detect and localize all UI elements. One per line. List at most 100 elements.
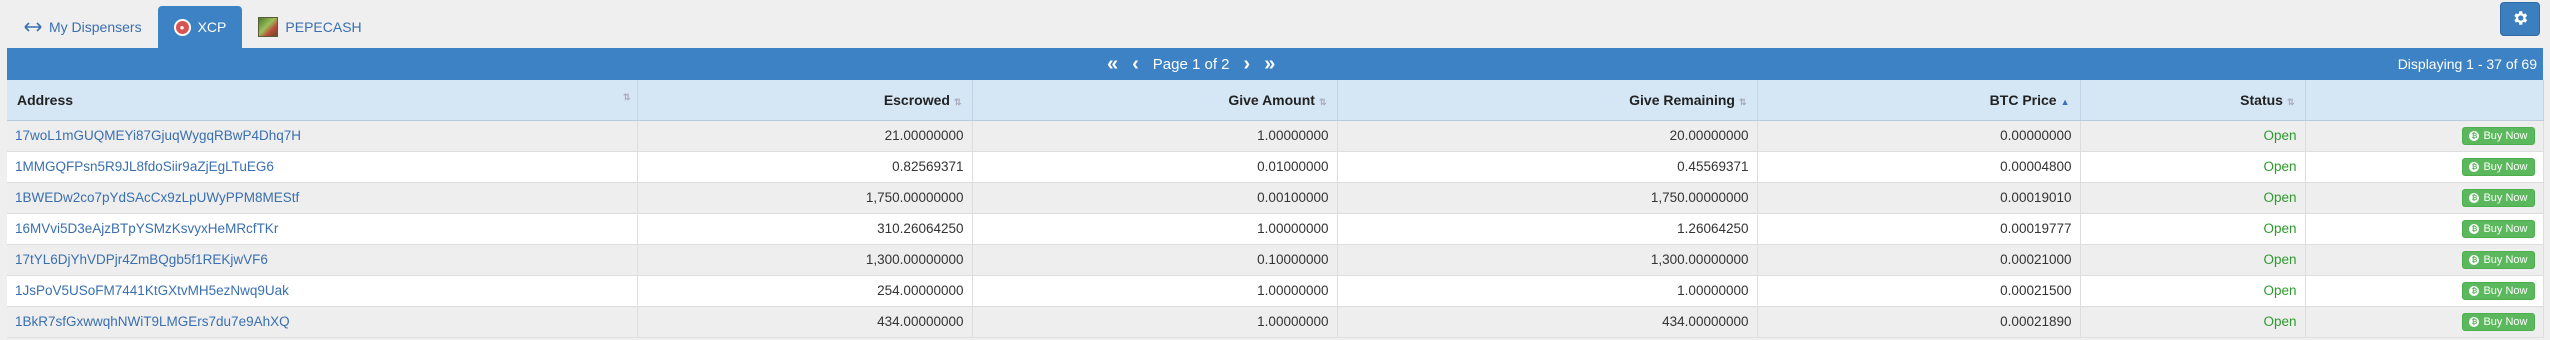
escrowed-cell: 21.00000000 [637,120,973,152]
escrowed-cell: 1,300.00000000 [637,244,973,276]
column-header-give-remaining[interactable]: Give Remaining ⇅ [1337,80,1758,121]
give-remaining-cell: 1.00000000 [1337,275,1758,307]
pager-bar: « ‹ Page 1 of 2 › » Displaying 1 - 37 of… [7,48,2543,80]
page-indicator: Page 1 of 2 [1152,55,1230,73]
dispensers-table: Address ⇅ Escrowed ⇅ Give Amount ⇅ Give Rem… [7,80,2544,338]
escrowed-cell: 0.82569371 [637,151,973,183]
address-cell[interactable]: 1JsPoV5USoFM7441KtGXtvMH5ezNwq9Uak [7,275,638,307]
status-open: Open [2263,190,2297,205]
tab-label: PEPECASH [285,19,362,35]
btc-price-cell: 0.00021500 [1757,275,2081,307]
table-row: 1BWEDw2co7pYdSAcCx9zLpUWyPPM8MEStf 1,750.… [7,182,2544,214]
address-link[interactable]: 16MVvi5D3eAjzBTpYSMzKsvyxHeMRcfTKr [15,221,278,236]
action-cell: ₿ Buy Now [2305,120,2544,152]
address-cell[interactable]: 1BkR7sfGxwwqhNWiT9LMGErs7du7e9AhXQ [7,306,638,338]
action-cell: ₿ Buy Now [2305,244,2544,276]
address-link[interactable]: 1MMGQFPsn5R9JL8fdoSiir9aZjEgLTuEG6 [15,159,274,174]
btc-price-cell: 0.00019010 [1757,182,2081,214]
buy-now-label: Buy Now [2483,254,2528,267]
sort-icon: ⇅ [1738,96,1747,107]
next-page-icon[interactable]: › [1244,54,1251,74]
table-row: 16MVvi5D3eAjzBTpYSMzKsvyxHeMRcfTKr 310.26… [7,213,2544,245]
escrowed-cell: 434.00000000 [637,306,973,338]
action-cell: ₿ Buy Now [2305,275,2544,307]
column-header-escrowed[interactable]: Escrowed ⇅ [637,80,973,121]
table-row: 1BkR7sfGxwwqhNWiT9LMGErs7du7e9AhXQ 434.00… [7,306,2544,338]
double-arrow-icon [24,22,42,32]
bitcoin-icon: ₿ [2469,317,2480,328]
column-header-give-amount[interactable]: Give Amount ⇅ [972,80,1338,121]
sort-icon: ⇅ [622,91,631,102]
status-cell: Open [2080,151,2306,183]
give-remaining-cell: 1,750.00000000 [1337,182,1758,214]
buy-now-button[interactable]: ₿ Buy Now [2462,189,2535,208]
address-cell[interactable]: 17woL1mGUQMEYi87GjuqWygqRBwP4Dhq7H [7,120,638,152]
column-header-action [2305,80,2544,121]
table-header-row: Address ⇅ Escrowed ⇅ Give Amount ⇅ Give Rem… [7,80,2544,121]
buy-now-label: Buy Now [2483,130,2528,143]
bitcoin-icon: ₿ [2469,255,2480,266]
address-link[interactable]: 1BkR7sfGxwwqhNWiT9LMGErs7du7e9AhXQ [15,314,290,329]
buy-now-button[interactable]: ₿ Buy Now [2462,313,2535,332]
give-remaining-cell: 0.45569371 [1337,151,1758,183]
column-header-btc-price[interactable]: BTC Price ▲ [1757,80,2081,121]
action-cell: ₿ Buy Now [2305,182,2544,214]
buy-now-button[interactable]: ₿ Buy Now [2462,251,2535,270]
buy-now-button[interactable]: ₿ Buy Now [2462,220,2535,239]
tab-label: My Dispensers [49,19,142,35]
buy-now-label: Buy Now [2483,285,2528,298]
bitcoin-icon: ₿ [2469,224,2480,235]
bitcoin-icon: ₿ [2469,131,2480,142]
buy-now-button[interactable]: ₿ Buy Now [2462,282,2535,301]
settings-button[interactable] [2500,2,2540,36]
sort-icon: ⇅ [2286,96,2295,107]
tab-xcp[interactable]: ● XCP [157,6,243,48]
gear-icon [2511,9,2529,30]
status-open: Open [2263,283,2297,298]
address-cell[interactable]: 1MMGQFPsn5R9JL8fdoSiir9aZjEgLTuEG6 [7,151,638,183]
address-cell[interactable]: 17tYL6DjYhVDPjr4ZmBQgb5f1REKjwVF6 [7,244,638,276]
status-cell: Open [2080,275,2306,307]
first-page-icon[interactable]: « [1107,54,1118,74]
last-page-icon[interactable]: » [1264,54,1275,74]
status-cell: Open [2080,182,2306,214]
buy-now-label: Buy Now [2483,316,2528,329]
give-remaining-cell: 1.26064250 [1337,213,1758,245]
displaying-count: Displaying 1 - 37 of 69 [2397,56,2537,72]
tab-pepecash[interactable]: PEPECASH [242,6,377,48]
escrowed-cell: 1,750.00000000 [637,182,973,214]
status-cell: Open [2080,213,2306,245]
column-header-address[interactable]: Address ⇅ [7,80,638,121]
give-amount-cell: 1.00000000 [972,306,1338,338]
address-link[interactable]: 17tYL6DjYhVDPjr4ZmBQgb5f1REKjwVF6 [15,252,268,267]
status-cell: Open [2080,244,2306,276]
escrowed-cell: 310.26064250 [637,213,973,245]
prev-page-icon[interactable]: ‹ [1132,54,1139,74]
buy-now-button[interactable]: ₿ Buy Now [2462,158,2535,177]
buy-now-button[interactable]: ₿ Buy Now [2462,127,2535,146]
table-row: 1JsPoV5USoFM7441KtGXtvMH5ezNwq9Uak 254.00… [7,275,2544,307]
give-remaining-cell: 1,300.00000000 [1337,244,1758,276]
address-link[interactable]: 17woL1mGUQMEYi87GjuqWygqRBwP4Dhq7H [15,128,301,143]
address-link[interactable]: 1JsPoV5USoFM7441KtGXtvMH5ezNwq9Uak [15,283,289,298]
address-link[interactable]: 1BWEDw2co7pYdSAcCx9zLpUWyPPM8MEStf [15,190,299,205]
address-cell[interactable]: 1BWEDw2co7pYdSAcCx9zLpUWyPPM8MEStf [7,182,638,214]
btc-price-cell: 0.00000000 [1757,120,2081,152]
sort-icon: ⇅ [1318,96,1327,107]
status-open: Open [2263,252,2297,267]
escrowed-cell: 254.00000000 [637,275,973,307]
give-amount-cell: 1.00000000 [972,120,1338,152]
give-amount-cell: 1.00000000 [972,213,1338,245]
sort-ascending-icon: ▲ [2060,96,2070,107]
bitcoin-icon: ₿ [2469,162,2480,173]
table-row: 1MMGQFPsn5R9JL8fdoSiir9aZjEgLTuEG6 0.8256… [7,151,2544,183]
give-remaining-cell: 434.00000000 [1337,306,1758,338]
status-open: Open [2263,314,2297,329]
address-cell[interactable]: 16MVvi5D3eAjzBTpYSMzKsvyxHeMRcfTKr [7,213,638,245]
tab-my-dispensers[interactable]: My Dispensers [8,6,158,48]
btc-price-cell: 0.00021890 [1757,306,2081,338]
give-amount-cell: 0.00100000 [972,182,1338,214]
tab-bar: My Dispensers ● XCP PEPECASH [8,6,378,48]
column-header-status[interactable]: Status ⇅ [2080,80,2306,121]
give-remaining-cell: 20.00000000 [1337,120,1758,152]
